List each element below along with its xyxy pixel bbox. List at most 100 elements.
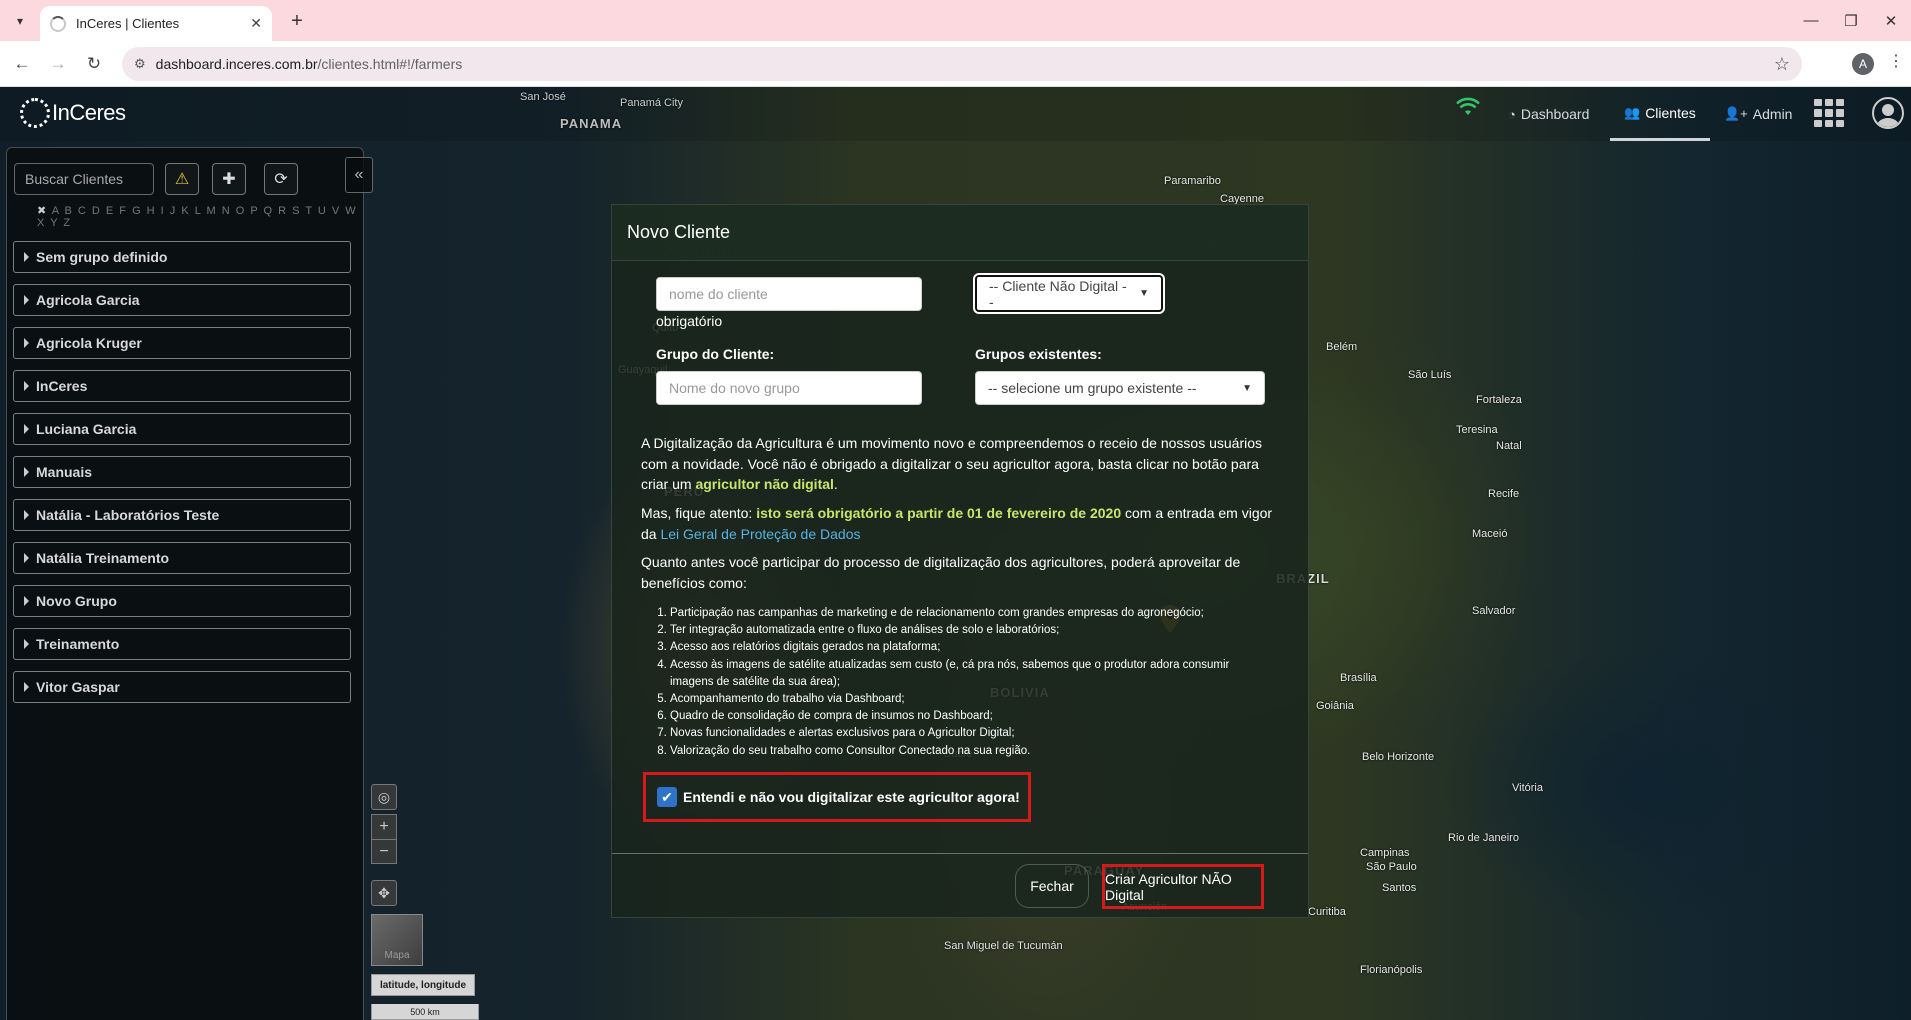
- new-tab-button[interactable]: +: [284, 8, 310, 34]
- basemap-toggle[interactable]: Mapa: [371, 914, 423, 966]
- client-group-item[interactable]: Treinamento: [13, 628, 351, 660]
- nav-clientes-link[interactable]: 👥 Clientes: [1610, 87, 1710, 141]
- caret-right-icon: [24, 338, 29, 348]
- tab-search-button[interactable]: ▾: [8, 9, 32, 33]
- nav-admin-label: Admin: [1752, 106, 1793, 122]
- create-non-digital-farmer-button[interactable]: Criar Agricultor NÃO Digital: [1102, 864, 1264, 909]
- alphabet-filter[interactable]: ✖ A B C D E F G H I J K L M N O P Q R S T…: [37, 204, 363, 229]
- arrow-left-icon: ←: [13, 54, 31, 73]
- alphabet-letters: A B C D E F G H I J K L M N O P Q R S T …: [37, 205, 358, 229]
- logo-text: InCeres: [52, 100, 126, 125]
- warning-button[interactable]: ⚠: [165, 163, 199, 195]
- map-label-city: São Paulo: [1366, 861, 1417, 873]
- client-group-item[interactable]: Manuais: [13, 456, 351, 488]
- url-path: /clientes.html#!/farmers: [317, 56, 463, 72]
- client-group-label: Natália Treinamento: [36, 550, 170, 566]
- refresh-icon: ⟳: [274, 171, 288, 188]
- client-group-item[interactable]: Vitor Gaspar: [13, 671, 351, 703]
- collapse-sidebar-button[interactable]: «: [345, 157, 373, 193]
- chevron-down-icon: ▼: [1139, 288, 1149, 299]
- client-group-label: Natália - Laboratórios Teste: [36, 507, 220, 523]
- pan-button[interactable]: ✥: [371, 880, 397, 906]
- reload-icon: ↻: [86, 54, 102, 73]
- profile-avatar[interactable]: A: [1852, 53, 1874, 75]
- benefit-item: Acompanhamento do trabalho via Dashboard…: [670, 691, 1272, 708]
- search-clients-input[interactable]: [14, 163, 154, 195]
- loading-spinner-icon: [50, 15, 66, 32]
- benefit-item: Participação nas campanhas de marketing …: [670, 605, 1272, 622]
- new-client-modal: Novo Cliente obrigatório -- Cliente Não …: [611, 204, 1309, 918]
- top-navbar: InCeres ◔ Dashboard 👥 Clientes 👤+ Admin: [0, 87, 1911, 141]
- clear-filter-icon[interactable]: ✖: [37, 205, 48, 217]
- users-icon: 👥: [1624, 104, 1641, 120]
- intro-paragraph: A Digitalização da Agricultura é um movi…: [641, 433, 1281, 495]
- client-group-label: Agricola Kruger: [36, 335, 142, 351]
- existing-groups-select[interactable]: -- selecione um grupo existente -- ▼: [975, 371, 1265, 405]
- client-group-item[interactable]: Novo Grupo: [13, 585, 351, 617]
- reload-button[interactable]: ↻: [80, 50, 108, 78]
- map-label-city: Fortaleza: [1476, 394, 1522, 406]
- site-info-icon[interactable]: ⚙: [134, 56, 146, 72]
- url-host: dashboard.inceres.com.br: [155, 56, 318, 72]
- nav-dashboard-link[interactable]: ◔ Dashboard: [1508, 87, 1589, 141]
- dashboard-icon: ◔: [1508, 106, 1516, 122]
- client-group-item[interactable]: Agricola Kruger: [13, 327, 351, 359]
- map-label-city: Goiânia: [1316, 700, 1354, 712]
- plus-icon: ✚: [222, 171, 236, 188]
- confirm-checkbox[interactable]: ✔: [657, 787, 677, 807]
- client-group-item[interactable]: Natália - Laboratórios Teste: [13, 499, 351, 531]
- client-type-select[interactable]: -- Cliente Não Digital -- ▼: [975, 275, 1163, 312]
- map-label-city: Curitiba: [1308, 906, 1346, 918]
- check-icon: ✔: [661, 788, 673, 805]
- map-label-city: Brasília: [1340, 672, 1377, 684]
- bookmark-star-icon[interactable]: ☆: [1774, 54, 1790, 75]
- double-chevron-left-icon: «: [354, 166, 364, 183]
- client-type-value: -- Cliente Não Digital --: [989, 277, 1127, 310]
- map-label-city: San Miguel de Tucumán: [944, 940, 1063, 952]
- wifi-icon: [1456, 97, 1480, 123]
- inceres-logo[interactable]: InCeres: [20, 95, 126, 131]
- close-tab-icon[interactable]: ✕: [250, 15, 262, 32]
- nav-admin-link[interactable]: 👤+ Admin: [1724, 87, 1792, 141]
- clients-sidebar: ⚠ ✚ ⟳ ✖A B C D E F G H I J K L M N O P Q…: [6, 147, 364, 1020]
- modal-footer: Fechar Criar Agricultor NÃO Digital: [612, 853, 1308, 919]
- close-button[interactable]: Fechar: [1015, 864, 1089, 908]
- client-group-item[interactable]: Agricola Garcia: [13, 284, 351, 316]
- map-label-city: Salvador: [1472, 605, 1516, 617]
- group-label: Grupo do Cliente:: [656, 346, 775, 362]
- client-group-item[interactable]: Sem grupo definido: [13, 241, 351, 273]
- back-button[interactable]: ←: [8, 50, 36, 78]
- browser-menu-icon[interactable]: ⋮: [1888, 51, 1904, 71]
- warning-icon: ⚠: [174, 171, 190, 188]
- caret-right-icon: [24, 553, 29, 563]
- refresh-button[interactable]: ⟳: [264, 163, 298, 195]
- lgpd-link[interactable]: Lei Geral de Proteção de Dados: [660, 526, 860, 542]
- confirm-checkbox-row[interactable]: ✔ Entendi e não vou digitalizar este agr…: [643, 772, 1031, 822]
- compass-button[interactable]: ◎: [371, 784, 397, 810]
- zoom-in-button[interactable]: +: [372, 815, 396, 839]
- client-group-item[interactable]: Natália Treinamento: [13, 542, 351, 574]
- close-window-button[interactable]: ✕: [1868, 0, 1911, 41]
- user-avatar[interactable]: [1872, 97, 1904, 129]
- client-group-item[interactable]: Luciana Garcia: [13, 413, 351, 445]
- map-label-city: Santos: [1382, 882, 1417, 894]
- add-client-button[interactable]: ✚: [212, 163, 246, 195]
- apps-grid-icon[interactable]: [1814, 99, 1844, 127]
- new-group-input[interactable]: [656, 371, 922, 405]
- map-viewport[interactable]: San José Panamá City PANAMA Paramaribo Cayen…: [0, 87, 1911, 1020]
- zoom-out-button[interactable]: −: [372, 839, 396, 863]
- browser-tab[interactable]: InCeres | Clientes ✕: [40, 6, 272, 41]
- required-label: obrigatório: [656, 313, 723, 329]
- deadline-highlight: isto será obrigatório a partir de 01 de …: [756, 505, 1122, 521]
- url-field[interactable]: ⚙ dashboard.inceres.com.br/clientes.html…: [122, 47, 1802, 81]
- map-label-city: Belém: [1326, 341, 1358, 353]
- coordinate-readout: latitude, longitude: [371, 974, 475, 996]
- map-label-city: São Luís: [1408, 369, 1452, 381]
- forward-button[interactable]: →: [44, 50, 72, 78]
- map-label-city: Recife: [1488, 488, 1520, 500]
- benefit-item: Ter integração automatizada entre o flux…: [670, 622, 1272, 639]
- warning-text-start: Mas, fique atento:: [641, 505, 757, 521]
- client-name-input[interactable]: [656, 277, 922, 311]
- client-group-item[interactable]: InCeres: [13, 370, 351, 402]
- confirm-checkbox-label[interactable]: Entendi e não vou digitalizar este agric…: [683, 789, 1020, 805]
